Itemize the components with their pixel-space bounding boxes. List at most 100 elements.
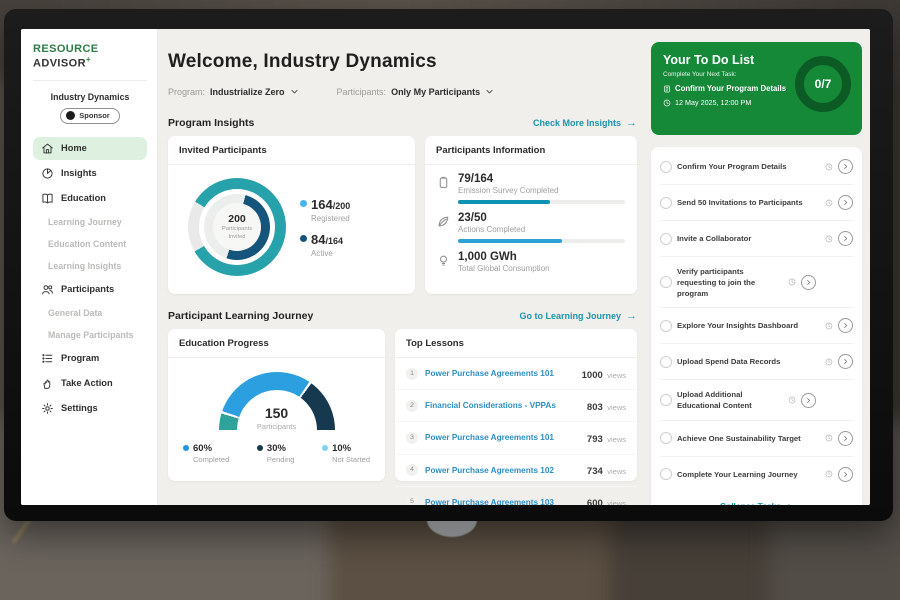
sidebar-item-home[interactable]: Home	[33, 137, 147, 160]
todo-item[interactable]: Upload Additional Educational Content	[660, 379, 853, 419]
todo-item[interactable]: Invite a Collaborator	[660, 220, 853, 256]
sidebar-item-learning-journey[interactable]: Learning Journey	[33, 212, 147, 232]
program-filter-value: Industrialize Zero	[210, 87, 285, 97]
participants-icon	[41, 283, 54, 296]
sidebar-item-insights[interactable]: Insights	[33, 162, 147, 185]
education-icon	[41, 192, 54, 205]
chevron-down-icon	[485, 83, 494, 101]
todo-checkbox[interactable]	[660, 468, 672, 480]
home-icon	[41, 142, 54, 155]
monitor-bezel: RESOURCE ADVISOR+ Industry Dynamics Spon…	[4, 9, 893, 521]
todo-progress-ring: 0/7	[795, 56, 851, 112]
survey-icon	[437, 176, 450, 204]
clock-icon	[825, 429, 833, 447]
collapse-tasks-link[interactable]: Collapse Tasks	[660, 492, 853, 505]
todo-checkbox[interactable]	[660, 197, 672, 209]
lesson-link[interactable]: Power Purchase Agreements 101	[425, 433, 554, 442]
sidebar-item-general-data[interactable]: General Data	[33, 303, 147, 323]
lesson-views-count: 793	[587, 434, 603, 445]
lesson-views-count: 600	[587, 498, 603, 505]
clock-icon	[825, 465, 833, 483]
registered-dot-icon	[300, 200, 307, 207]
chevron-down-icon	[290, 83, 299, 101]
chevron-right-button[interactable]	[801, 393, 816, 408]
legend-item-registered: 164/200 Registered	[300, 196, 350, 223]
chevron-right-button[interactable]	[838, 195, 853, 210]
todo-checkbox[interactable]	[660, 161, 672, 173]
insights-icon	[41, 167, 54, 180]
chevron-right-button[interactable]	[838, 231, 853, 246]
lesson-rank-badge: 3	[406, 432, 418, 444]
todo-checkbox[interactable]	[660, 276, 672, 288]
not-started-dot-icon	[322, 445, 328, 451]
content-column: Welcome, Industry Dynamics Program: Indu…	[168, 29, 637, 505]
page-title: Welcome, Industry Dynamics	[168, 51, 637, 73]
todo-checkbox[interactable]	[660, 320, 672, 332]
program-icon	[41, 352, 54, 365]
clock-icon	[825, 230, 833, 248]
sidebar-item-manage-participants[interactable]: Manage Participants	[33, 325, 147, 345]
sidebar-item-education-content[interactable]: Education Content	[33, 234, 147, 254]
todo-item[interactable]: Complete Your Learning Journey	[660, 456, 853, 492]
participants-filter-value: Only My Participants	[391, 87, 480, 97]
chevron-right-button[interactable]	[838, 159, 853, 174]
sponsor-badge[interactable]: Sponsor	[60, 108, 119, 124]
todo-column: Your To Do List Complete Your Next Task:…	[651, 29, 862, 505]
app-logo[interactable]: RESOURCE ADVISOR+	[33, 41, 147, 81]
clock-icon	[825, 353, 833, 371]
top-lessons-card: Top Lessons 1 Power Purchase Agreements …	[395, 329, 637, 481]
sidebar-item-take-action[interactable]: Take Action	[33, 372, 147, 395]
chevron-right-button[interactable]	[838, 354, 853, 369]
program-insights-header: Program Insights Check More Insights →	[168, 117, 637, 129]
chevron-right-button[interactable]	[838, 318, 853, 333]
take-action-icon	[41, 377, 54, 390]
todo-item[interactable]: Upload Spend Data Records	[660, 343, 853, 379]
todo-checkbox[interactable]	[660, 356, 672, 368]
sidebar-item-label: Settings	[61, 403, 98, 413]
sidebar-nav: Home Insights Education Learning Journey…	[33, 137, 147, 420]
pending-dot-icon	[257, 445, 263, 451]
todo-item[interactable]: Send 50 Invitations to Participants	[660, 184, 853, 220]
lesson-link[interactable]: Power Purchase Agreements 103	[425, 498, 554, 505]
main-area: Welcome, Industry Dynamics Program: Indu…	[158, 29, 870, 505]
legend-item-not-started: 10% Not Started	[322, 443, 370, 464]
chevron-right-button[interactable]	[838, 431, 853, 446]
todo-item[interactable]: Confirm Your Program Details	[660, 149, 853, 184]
chevron-right-button[interactable]	[801, 275, 816, 290]
sidebar-item-settings[interactable]: Settings	[33, 397, 147, 420]
todo-checkbox[interactable]	[660, 432, 672, 444]
lesson-rank-badge: 5	[406, 496, 418, 505]
sidebar-item-learning-insights[interactable]: Learning Insights	[33, 256, 147, 276]
chevron-up-icon	[785, 502, 793, 505]
bulb-icon	[437, 254, 450, 273]
lesson-link[interactable]: Financial Considerations - VPPAs	[425, 401, 556, 410]
sidebar-item-label: Program	[61, 353, 99, 363]
emission-survey-progress-bar	[458, 200, 625, 204]
sidebar-item-program[interactable]: Program	[33, 347, 147, 370]
sidebar-item-education[interactable]: Education	[33, 187, 147, 210]
logo-text-secondary: ADVISOR	[33, 58, 86, 70]
todo-item[interactable]: Verify participants requesting to join t…	[660, 256, 853, 307]
chevron-right-button[interactable]	[838, 467, 853, 482]
sidebar-item-label: Insights	[61, 168, 97, 178]
todo-item[interactable]: Achieve One Sustainability Target	[660, 420, 853, 456]
program-filter[interactable]: Program: Industrialize Zero	[168, 83, 299, 101]
todo-checkbox[interactable]	[660, 394, 672, 406]
go-to-learning-journey-link[interactable]: Go to Learning Journey →	[519, 310, 637, 322]
gauge-center-value: 150	[219, 405, 335, 421]
gauge-center-label: Participants	[219, 422, 335, 431]
lesson-link[interactable]: Power Purchase Agreements 102	[425, 466, 554, 475]
gauge-legend: 60% Completed 30% Pending 10%	[168, 443, 385, 464]
check-more-insights-link[interactable]: Check More Insights →	[533, 117, 637, 129]
section-title: Participant Learning Journey	[168, 310, 313, 322]
todo-checkbox[interactable]	[660, 233, 672, 245]
lesson-views-count: 803	[587, 402, 603, 413]
lesson-row: 5 Power Purchase Agreements 103 600 view…	[395, 487, 637, 505]
journey-cards-row: Education Progress 150 Participants	[168, 329, 637, 481]
donut-center-label: Participants Invited	[219, 226, 255, 242]
sidebar-item-participants[interactable]: Participants	[33, 278, 147, 301]
participants-filter[interactable]: Participants: Only My Participants	[337, 83, 495, 101]
todo-item[interactable]: Explore Your Insights Dashboard	[660, 307, 853, 343]
lesson-link[interactable]: Power Purchase Agreements 101	[425, 369, 554, 378]
sponsor-icon	[66, 111, 75, 120]
